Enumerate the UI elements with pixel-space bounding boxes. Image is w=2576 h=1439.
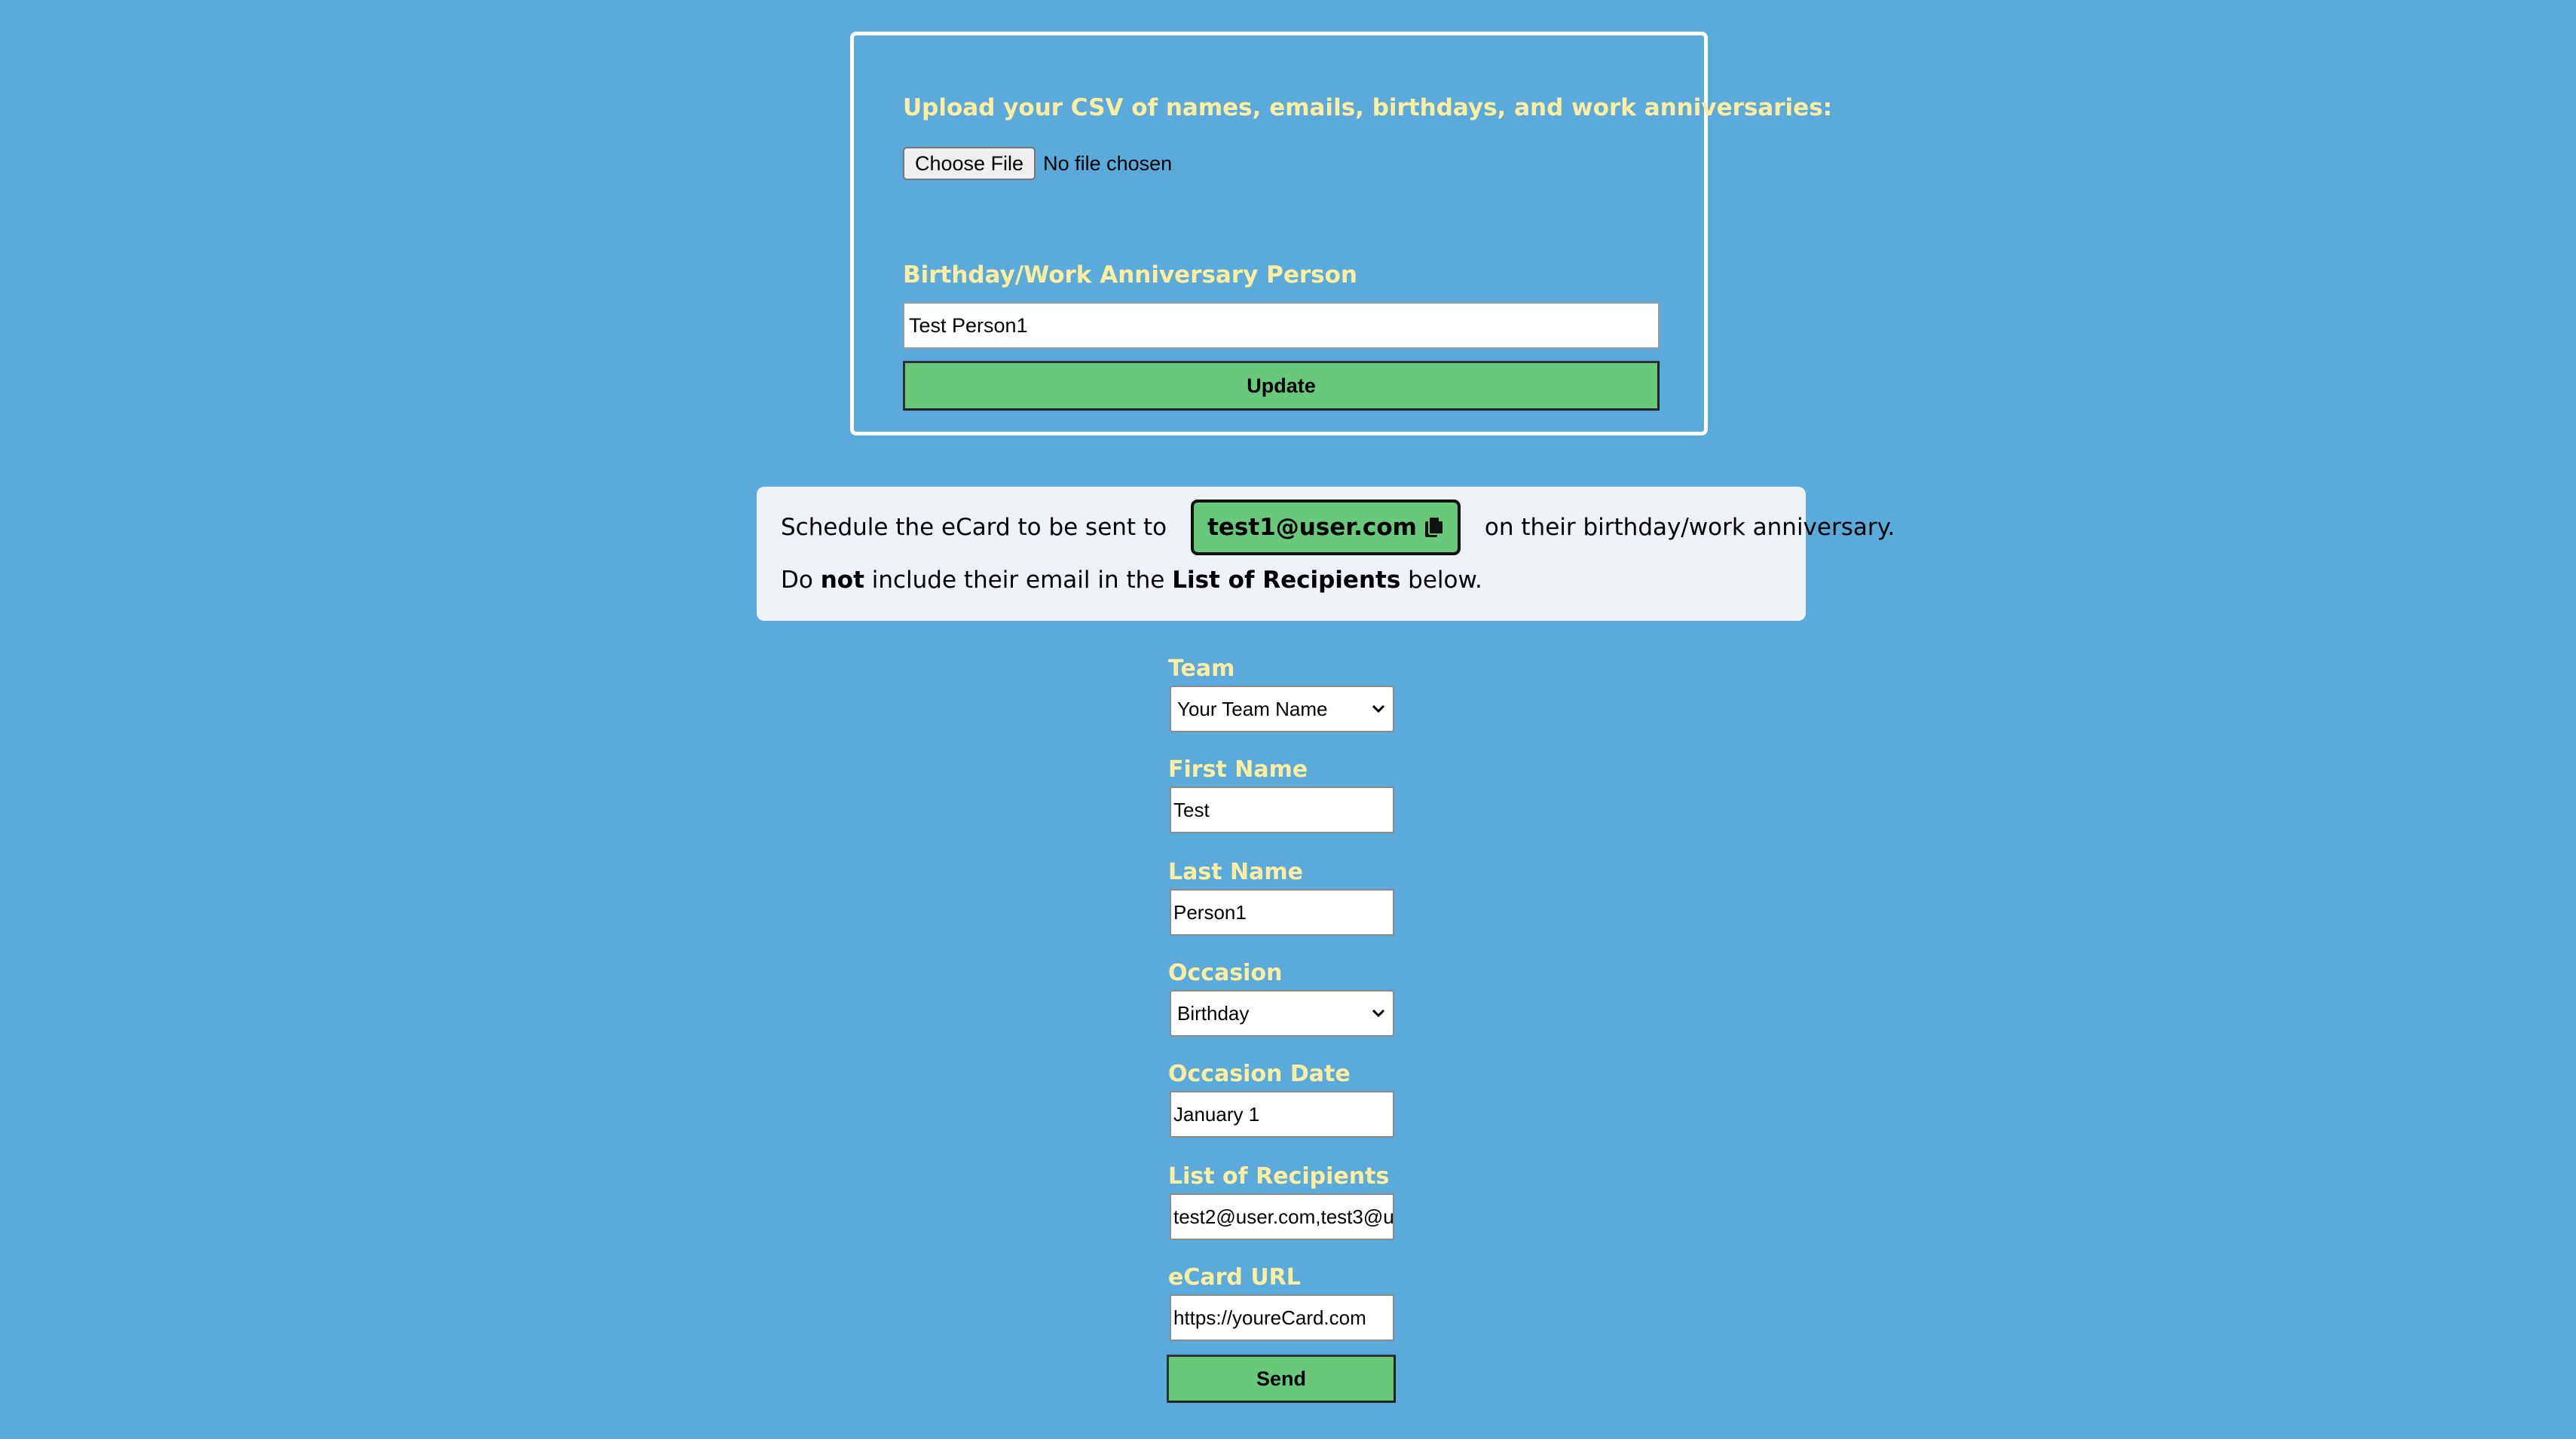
recipients-label: List of Recipients: [1168, 1163, 1390, 1190]
send-button[interactable]: Send: [1167, 1355, 1396, 1403]
ecard-url-label: eCard URL: [1168, 1264, 1301, 1291]
info-line-schedule: Schedule the eCard to be sent to test1@u…: [781, 497, 1895, 558]
chevron-down-icon: [1372, 1009, 1385, 1018]
first-name-field[interactable]: Test: [1170, 787, 1394, 833]
person-label: Birthday/Work Anniversary Person: [903, 261, 1357, 289]
team-label: Team: [1168, 655, 1235, 682]
last-name-field[interactable]: Person1: [1170, 889, 1394, 936]
file-status-text: No file chosen: [1043, 151, 1173, 175]
warning-text-a: Do: [781, 567, 821, 594]
page: Upload your CSV of names, emails, birthd…: [0, 0, 2576, 1439]
upload-panel: Upload your CSV of names, emails, birthd…: [850, 32, 1832, 435]
upload-title: Upload your CSV of names, emails, birthd…: [903, 94, 1833, 121]
chevron-down-icon: [1372, 704, 1385, 713]
occasion-select-value: Birthday: [1177, 1001, 1250, 1025]
copy-email-button[interactable]: test1@user.com: [1191, 500, 1461, 555]
ecard-url-field[interactable]: https://youreCard.com: [1170, 1294, 1394, 1341]
team-select[interactable]: Your Team Name: [1170, 686, 1394, 732]
info-box: Schedule the eCard to be sent to test1@u…: [757, 487, 1895, 621]
first-name-label: First Name: [1168, 756, 1308, 783]
occasion-date-field[interactable]: January 1: [1170, 1091, 1394, 1138]
warning-text-b: include their email in the: [864, 567, 1173, 594]
last-name-label: Last Name: [1168, 859, 1303, 885]
copy-icon: [1424, 516, 1444, 539]
email-text: test1@user.com: [1207, 514, 1417, 541]
recipients-field[interactable]: test2@user.com,test3@user.com: [1170, 1193, 1394, 1240]
person-input[interactable]: Test Person1: [903, 302, 1660, 349]
warning-text-c: below.: [1400, 567, 1482, 594]
choose-file-button[interactable]: Choose File: [903, 147, 1036, 180]
occasion-label: Occasion: [1168, 960, 1283, 986]
info-line-warning: Do not include their email in the List o…: [781, 567, 1482, 594]
info-suffix-text: on their birthday/work anniversary.: [1484, 514, 1895, 541]
warning-not-text: not: [820, 567, 864, 594]
info-prefix-text: Schedule the eCard to be sent to: [781, 514, 1167, 541]
occasion-select[interactable]: Birthday: [1170, 990, 1394, 1037]
file-input-row: Choose File No file chosen: [903, 147, 1172, 180]
team-select-value: Your Team Name: [1177, 697, 1328, 720]
update-button[interactable]: Update: [903, 361, 1660, 411]
warning-list-text: List of Recipients: [1172, 567, 1401, 594]
occasion-date-label: Occasion Date: [1168, 1061, 1351, 1087]
